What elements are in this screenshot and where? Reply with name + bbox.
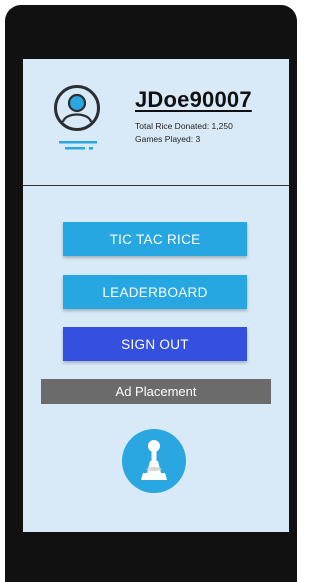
header-divider <box>23 185 289 186</box>
pawn-icon <box>141 440 167 480</box>
game-piece-button[interactable] <box>122 429 186 493</box>
avatar-underline-icon <box>59 141 97 150</box>
username: JDoe90007 <box>135 87 252 112</box>
games-played: Games Played: 3 <box>135 134 201 144</box>
sign-out-button[interactable]: SIGN OUT <box>63 327 247 361</box>
total-rice-donated: Total Rice Donated: 1,250 <box>135 121 233 131</box>
avatar[interactable] <box>51 83 111 159</box>
tic-tac-rice-button[interactable]: TIC TAC RICE <box>63 222 247 256</box>
leaderboard-button[interactable]: LEADERBOARD <box>63 275 247 309</box>
profile-header: JDoe90007 Total Rice Donated: 1,250 Game… <box>23 59 289 185</box>
user-avatar-icon <box>54 85 100 131</box>
app-screen: JDoe90007 Total Rice Donated: 1,250 Game… <box>23 59 289 532</box>
ad-placement[interactable]: Ad Placement <box>41 379 271 404</box>
